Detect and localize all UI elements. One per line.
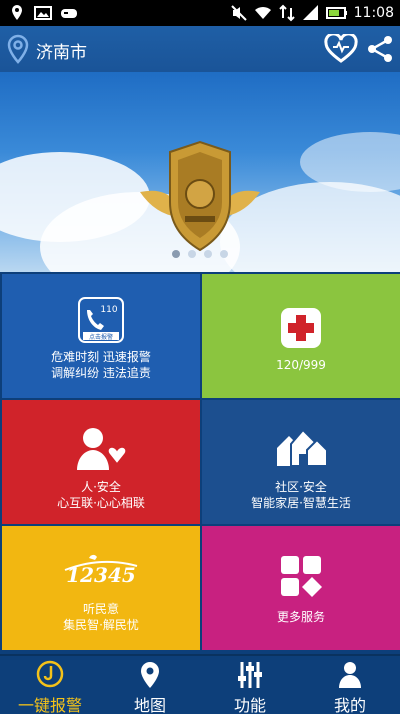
- svg-text:点击报警: 点击报警: [89, 333, 113, 341]
- share-icon[interactable]: [366, 35, 394, 63]
- tile-line2: 集民智·解民忧: [63, 618, 139, 632]
- carousel-dot[interactable]: [172, 250, 180, 258]
- data-icon: [278, 4, 295, 22]
- nav-label: 我的: [333, 696, 366, 714]
- sliders-icon: [238, 662, 262, 688]
- wifi-icon: [254, 6, 271, 19]
- status-time: 11:08: [353, 5, 394, 21]
- tile-line1: 更多服务: [276, 610, 325, 624]
- image-icon: [34, 6, 52, 20]
- tile-emergency-110[interactable]: 110 点击报警 危难时刻 迅速报警 调解纠纷 违法追责: [2, 274, 200, 398]
- nav-item-map[interactable]: 地图: [100, 656, 200, 714]
- tile-line1: 危难时刻 迅速报警: [51, 350, 151, 364]
- nav-item-alarm[interactable]: 一键报警: [0, 656, 100, 714]
- tile-line2: 心互联·心心相联: [57, 496, 145, 510]
- tile-line1: 人·安全: [81, 480, 121, 494]
- banner-carousel[interactable]: [0, 72, 400, 272]
- carousel-dot[interactable]: [204, 250, 212, 258]
- city-selector[interactable]: 济南市: [36, 38, 87, 63]
- person-heart-icon: [77, 428, 127, 470]
- tile-line1: 社区·安全: [275, 480, 327, 494]
- map-pin-icon: [141, 662, 159, 688]
- svg-text:12345: 12345: [66, 563, 136, 587]
- nav-label: 一键报警: [17, 696, 82, 714]
- heart-icon[interactable]: [324, 34, 358, 64]
- nav-label: 地图: [133, 696, 166, 714]
- app-header: 济南市: [0, 26, 400, 72]
- tile-line1: 120/999: [276, 358, 326, 372]
- phone-110-icon: 110 点击报警: [78, 297, 124, 343]
- tile-medical-120[interactable]: 120/999: [202, 274, 400, 398]
- bottom-nav: 一键报警 地图 功能 我的: [0, 654, 400, 714]
- red-cross-icon: [281, 308, 321, 348]
- nav-item-functions[interactable]: 功能: [200, 656, 300, 714]
- tile-community-safety[interactable]: 社区·安全 智能家居·智慧生活: [202, 400, 400, 524]
- tile-hotline-12345[interactable]: 12345 听民意 集民智·解民忧: [2, 526, 200, 650]
- location-pin-icon[interactable]: [6, 34, 30, 64]
- gamepad-icon: [61, 9, 77, 18]
- carousel-dot[interactable]: [220, 250, 228, 258]
- grid-icon: [281, 556, 322, 597]
- svg-text:110: 110: [100, 305, 117, 315]
- houses-icon: [277, 428, 328, 467]
- status-bar: 11:08: [0, 0, 400, 26]
- signal-icon: [302, 5, 318, 20]
- police-badge-logo: [140, 140, 260, 252]
- hotline-12345-icon: 12345: [64, 554, 138, 587]
- tile-line1: 听民意: [82, 602, 119, 616]
- mute-icon: [230, 5, 247, 21]
- nav-label: 功能: [233, 696, 266, 714]
- carousel-dot[interactable]: [188, 250, 196, 258]
- tile-line2: 智能家居·智慧生活: [251, 496, 351, 510]
- carousel-indicator: [172, 250, 228, 258]
- nav-item-profile[interactable]: 我的: [300, 656, 400, 714]
- location-icon: [12, 5, 22, 20]
- tile-line2: 调解纠纷 违法追责: [51, 366, 151, 380]
- tile-more-services[interactable]: 更多服务: [202, 526, 400, 650]
- battery-icon: [325, 7, 347, 19]
- user-icon: [339, 662, 361, 688]
- alarm-icon: [36, 660, 64, 688]
- tile-personal-safety[interactable]: 人·安全 心互联·心心相联: [2, 400, 200, 524]
